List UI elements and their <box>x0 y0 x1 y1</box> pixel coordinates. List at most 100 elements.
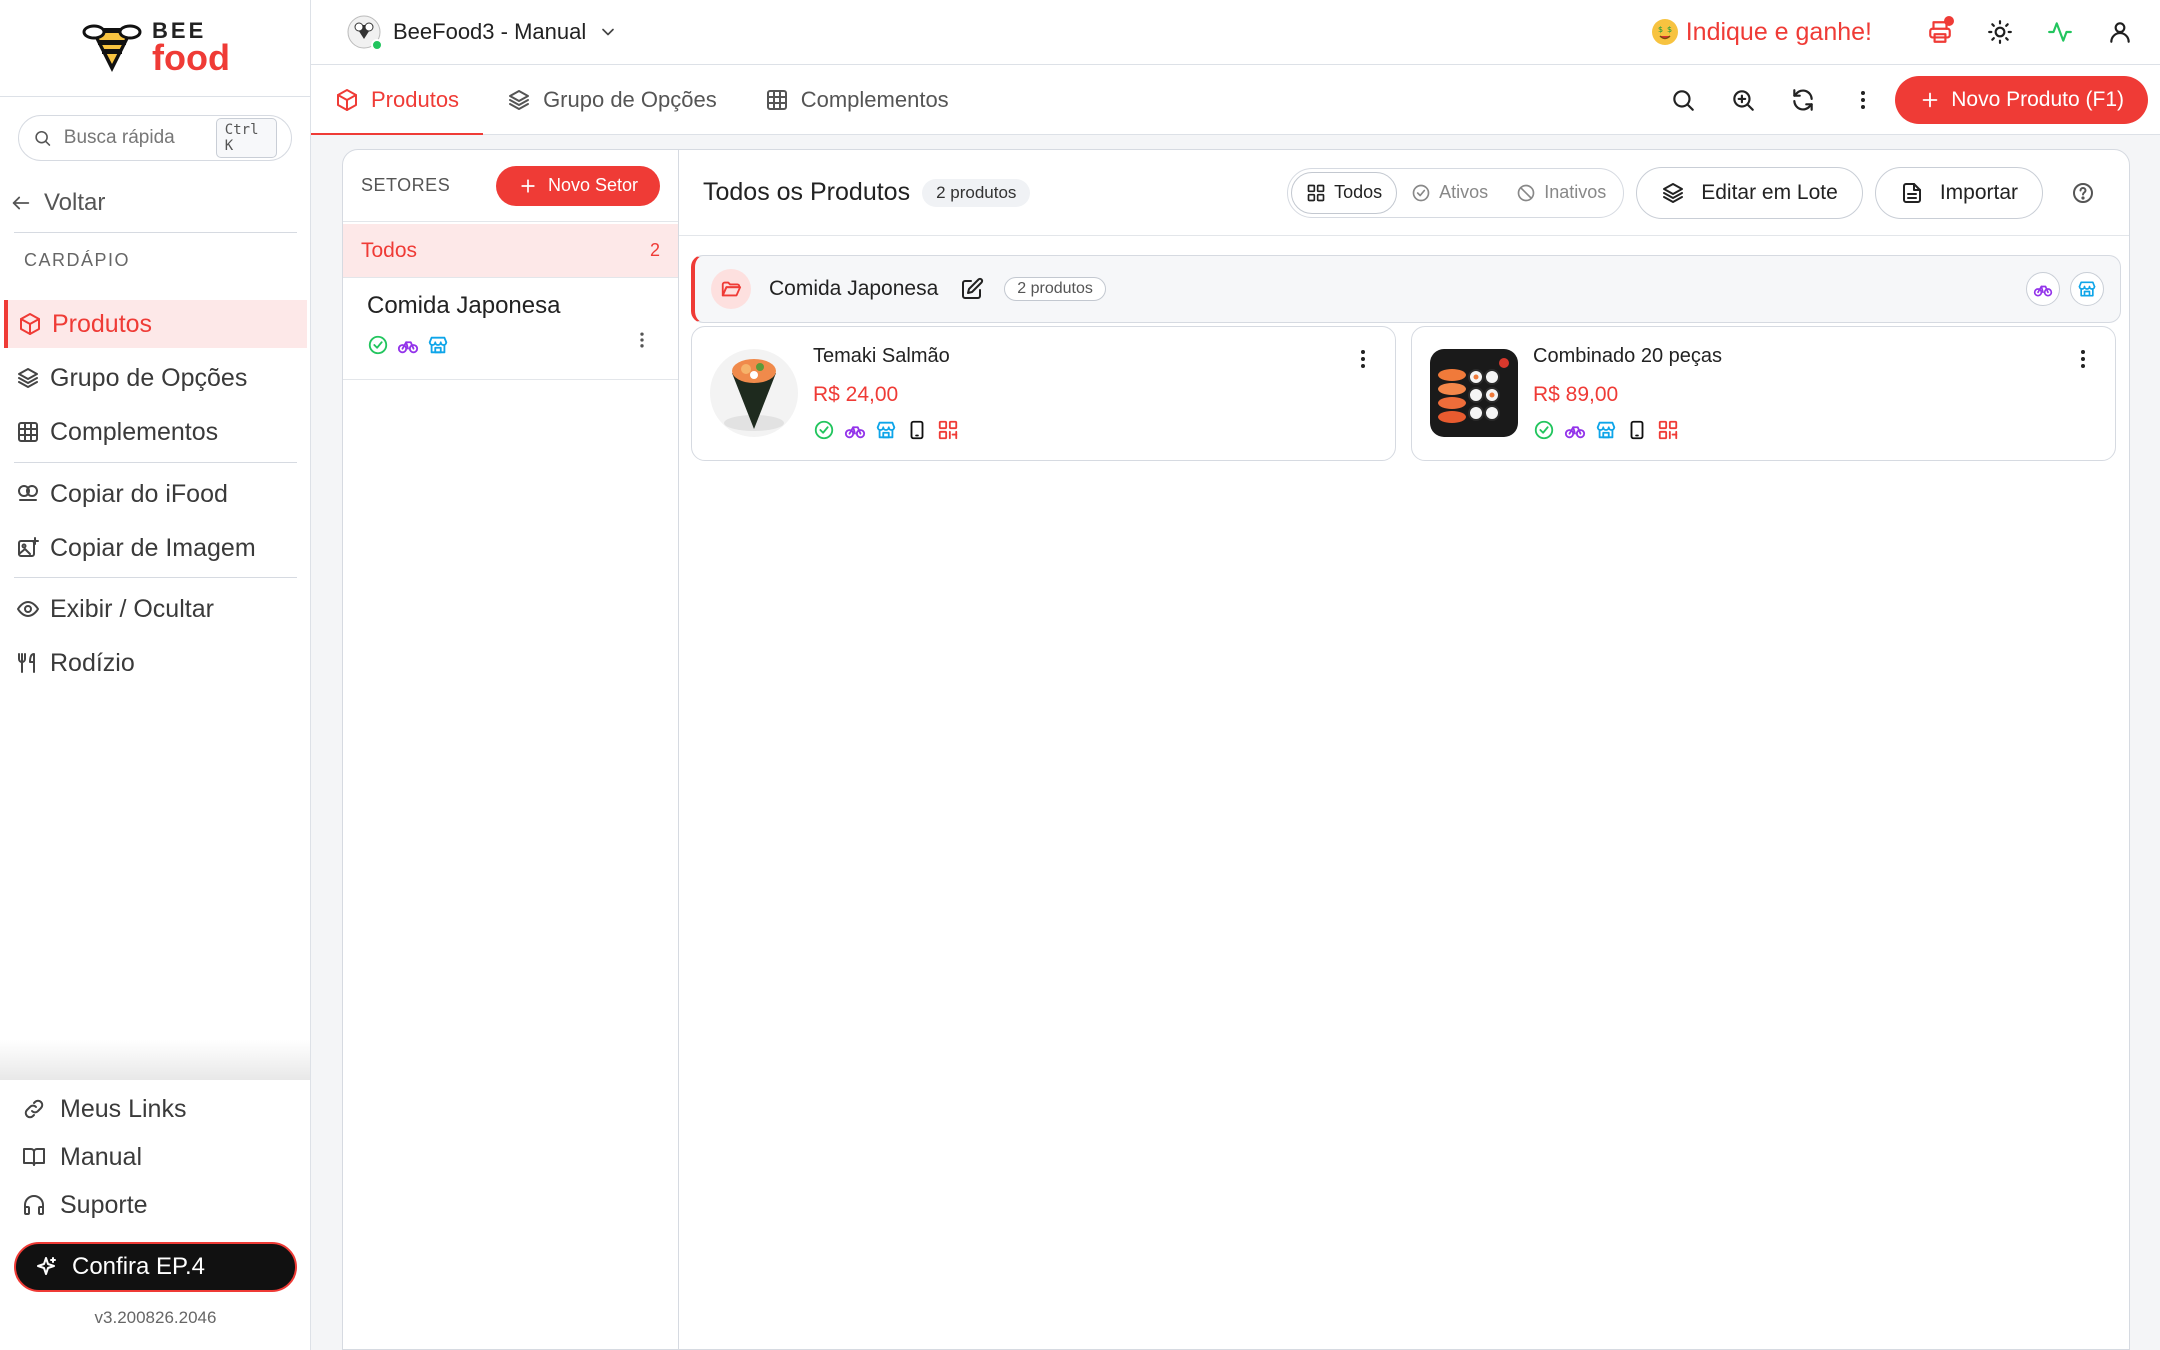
product-image <box>1430 349 1518 437</box>
help-button[interactable] <box>2061 171 2105 215</box>
group-header-comida-japonesa[interactable]: Comida Japonesa 2 produtos <box>691 255 2121 323</box>
layers-icon <box>18 368 38 388</box>
tab-complementos[interactable]: Complementos <box>741 65 973 135</box>
tab-grupo-opcoes[interactable]: Grupo de Opções <box>483 65 741 135</box>
qr-code-icon <box>938 420 958 440</box>
more-vertical-icon[interactable] <box>2071 347 2095 371</box>
filter-inativos[interactable]: Inativos <box>1502 172 1620 214</box>
user-icon <box>2110 22 2130 43</box>
new-product-button[interactable]: Novo Produto (F1) <box>1895 75 2148 124</box>
sidebar-item-copiar-imagem[interactable]: Copiar de Imagem <box>4 524 307 572</box>
quick-search[interactable]: Ctrl K <box>18 115 292 161</box>
sidebar-item-label: Exibir / Ocultar <box>50 594 214 623</box>
search-icon <box>35 130 51 146</box>
back-link[interactable]: Voltar <box>10 186 105 220</box>
products-panel: Todos os Produtos 2 produtos Todos Ativo… <box>679 150 2129 1349</box>
grid-icon <box>766 89 787 110</box>
sidebar-item-grupo-opcoes[interactable]: Grupo de Opções <box>4 354 307 402</box>
user-button[interactable] <box>2090 2 2150 62</box>
store-icon <box>1596 421 1616 439</box>
notification-dot <box>1944 16 1954 26</box>
store-toggle[interactable] <box>2070 272 2104 306</box>
tabs-bar: Produtos Grupo de Opções Complementos No… <box>311 65 2160 136</box>
check-circle-icon <box>1412 184 1430 201</box>
ban-icon <box>1517 184 1535 201</box>
sector-name: Comida Japonesa <box>367 292 561 319</box>
suporte-label: Suporte <box>60 1190 148 1219</box>
filter-label: Ativos <box>1439 182 1489 202</box>
delivery-toggle[interactable] <box>2026 272 2060 306</box>
group-count-badge: 2 produtos <box>1004 277 1106 301</box>
sidebar-item-produtos[interactable]: Produtos <box>4 300 307 348</box>
store-selector[interactable]: BeeFood3 - Manual <box>347 15 618 51</box>
box-icon <box>20 313 40 335</box>
product-card[interactable]: Combinado 20 peças R$ 89,00 <box>1411 326 2116 461</box>
batch-edit-button[interactable]: Editar em Lote <box>1636 166 1863 219</box>
logo-bottom-text: food <box>152 37 230 78</box>
sidebar-item-complementos[interactable]: Complementos <box>4 408 307 456</box>
back-label: Voltar <box>44 189 106 216</box>
bike-icon <box>397 341 419 354</box>
new-product-label: Novo Produto (F1) <box>1951 87 2124 111</box>
sector-label: Todos <box>361 238 418 262</box>
logo[interactable]: BEE food <box>0 0 310 97</box>
bike-icon <box>1564 426 1586 439</box>
sidebar-item-label: Copiar de Imagem <box>50 533 256 562</box>
products-title: Todos os Produtos <box>703 178 911 206</box>
plus-icon <box>1922 92 1938 107</box>
layout-grid-icon <box>1307 184 1325 201</box>
sidebar-item-label: Complementos <box>50 417 219 446</box>
meus-links-link[interactable]: Meus Links <box>22 1089 186 1129</box>
confira-button[interactable]: Confira EP.4 <box>14 1242 297 1292</box>
store-avatar <box>347 15 383 51</box>
status-button[interactable] <box>2030 2 2090 62</box>
filter-ativos[interactable]: Ativos <box>1397 172 1502 214</box>
product-image <box>710 349 798 437</box>
store-icon <box>428 336 448 354</box>
theme-toggle[interactable] <box>1970 2 2030 62</box>
indique-link[interactable]: $ $ Indique e ganhe! <box>1651 17 1872 47</box>
sector-count: 2 <box>649 240 660 260</box>
sidebar-item-label: Produtos <box>52 309 153 338</box>
manual-link[interactable]: Manual <box>22 1137 142 1177</box>
check-circle-icon <box>1534 420 1554 440</box>
refresh-button[interactable] <box>1775 72 1831 128</box>
product-card[interactable]: Temaki Salmão R$ 24,00 <box>691 326 1396 461</box>
zoom-button[interactable] <box>1715 72 1771 128</box>
store-name: BeeFood3 - Manual <box>393 19 587 44</box>
sector-item-comida-japonesa[interactable]: Comida Japonesa <box>343 278 678 380</box>
new-sector-button[interactable]: Novo Setor <box>495 165 660 206</box>
more-options-button[interactable] <box>1835 72 1891 128</box>
sidebar-item-rodizio[interactable]: Rodízio <box>4 639 307 687</box>
printer-button[interactable] <box>1910 2 1970 62</box>
arrow-left-icon <box>12 196 30 210</box>
filter-todos[interactable]: Todos <box>1291 171 1398 214</box>
import-label: Importar <box>1939 180 2018 204</box>
edit-icon[interactable] <box>960 277 984 301</box>
tab-produtos[interactable]: Produtos <box>311 65 484 136</box>
sidebar-item-copiar-ifood[interactable]: Copiar do iFood <box>4 470 307 518</box>
group-name: Comida Japonesa <box>769 277 939 300</box>
divider <box>14 232 297 233</box>
indique-label: Indique e ganhe! <box>1685 17 1872 46</box>
search-input[interactable] <box>63 127 204 149</box>
headset-icon <box>24 1195 44 1215</box>
file-text-icon <box>1902 182 1921 203</box>
check-circle-icon <box>814 420 834 440</box>
sidebar: BEE food Ctrl K Voltar CARDÁPIO Produtos… <box>0 0 311 1350</box>
app-version: v3.200826.2046 <box>94 1308 217 1327</box>
divider <box>14 577 297 578</box>
utensils-icon <box>18 653 35 673</box>
sector-item-todos[interactable]: Todos 2 <box>343 224 678 278</box>
more-vertical-icon[interactable] <box>1351 347 1375 371</box>
link-icon <box>24 1099 44 1119</box>
folder-open-icon <box>711 269 751 309</box>
search-button[interactable] <box>1655 72 1711 128</box>
more-vertical-icon[interactable] <box>632 330 652 350</box>
suporte-link[interactable]: Suporte <box>22 1185 148 1225</box>
online-status-dot <box>371 39 383 51</box>
sparkles-icon <box>37 1257 56 1275</box>
import-button[interactable]: Importar <box>1874 166 2043 219</box>
shortcut-hint: Ctrl K <box>215 118 277 158</box>
sidebar-item-exibir-ocultar[interactable]: Exibir / Ocultar <box>4 585 307 633</box>
